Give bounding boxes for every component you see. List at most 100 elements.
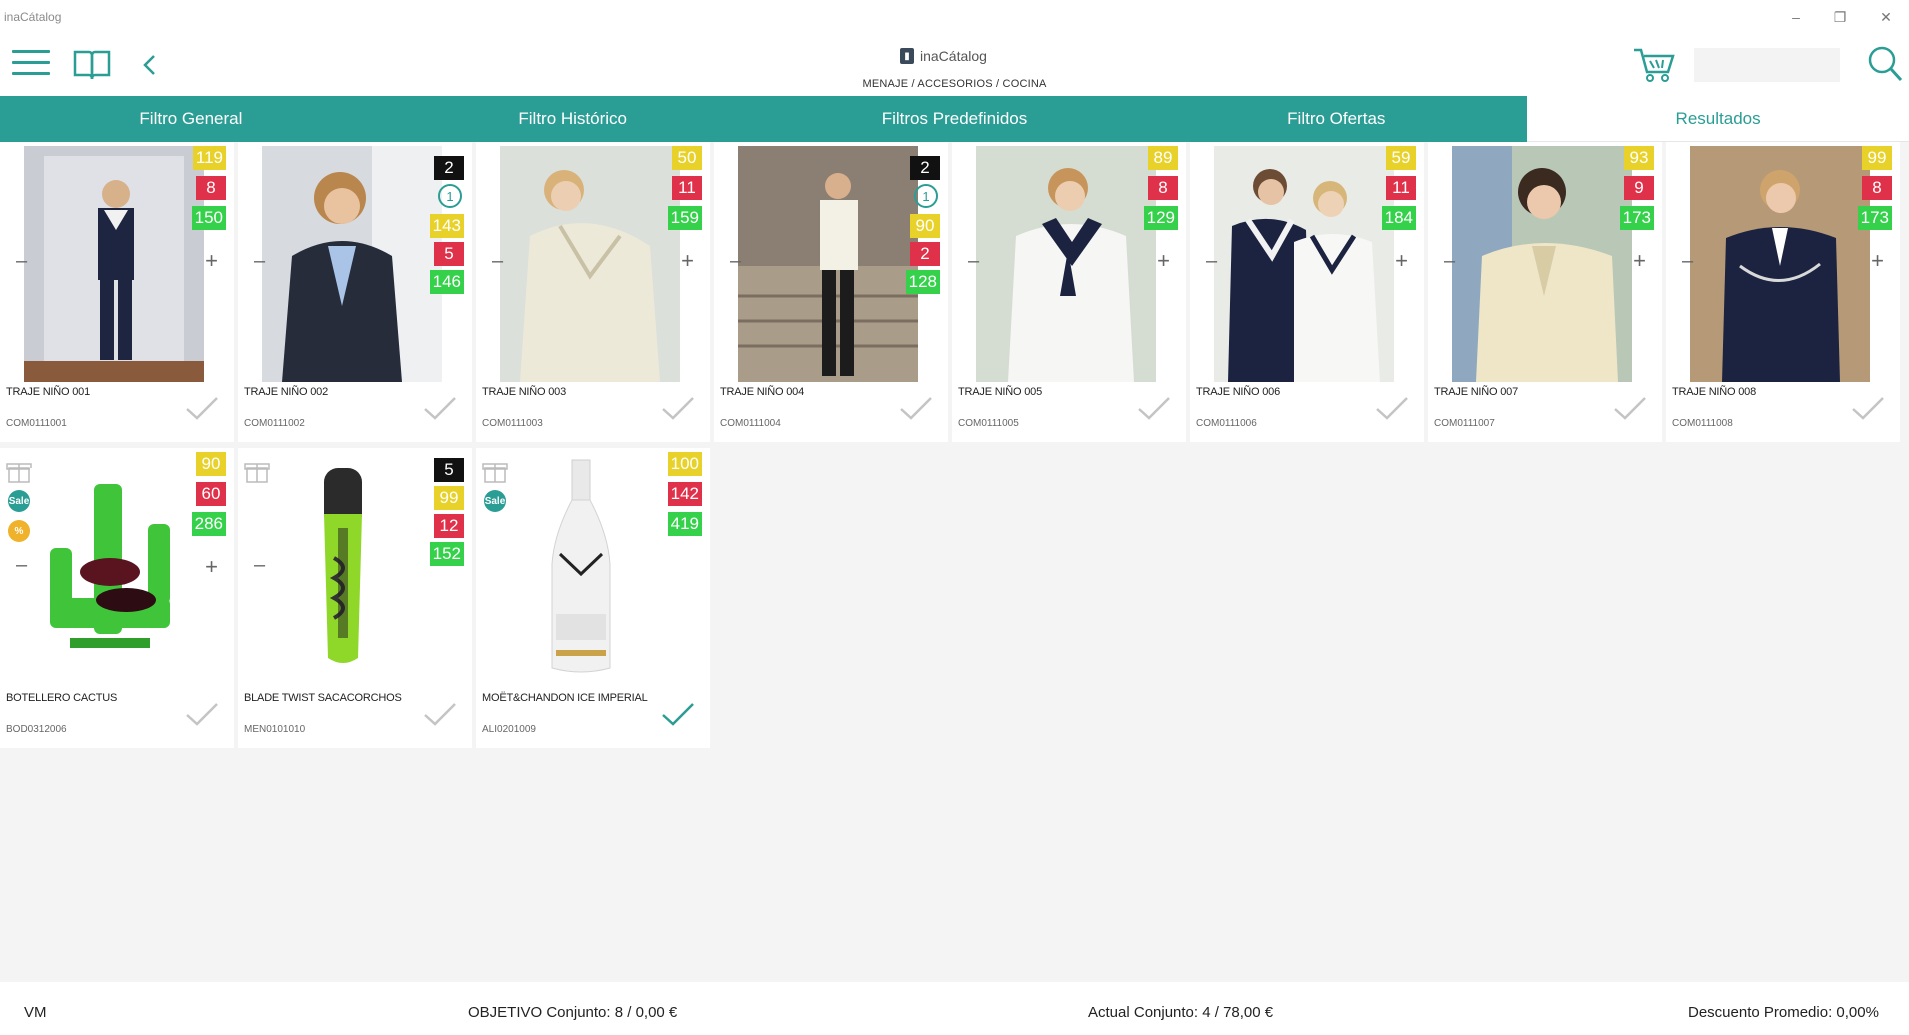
badge-value: 8 bbox=[1148, 176, 1178, 200]
app-header: ▮ inaCátalog MENAJE / ACCESORIOS / COCIN… bbox=[0, 34, 1909, 96]
badge-level: 1 bbox=[438, 184, 462, 208]
product-name: TRAJE NIÑO 003 bbox=[482, 386, 567, 398]
badge-value: 5 bbox=[434, 242, 464, 266]
footer-objetivo: OBJETIVO Conjunto: 8 / 0,00 € bbox=[468, 1004, 678, 1021]
increase-button[interactable]: + bbox=[681, 248, 694, 274]
badge-stock: 93 bbox=[1624, 146, 1654, 170]
increase-button[interactable]: + bbox=[1395, 248, 1408, 274]
product-code: ALI0201009 bbox=[482, 724, 536, 735]
decrease-button[interactable]: – bbox=[1444, 250, 1455, 273]
product-image bbox=[526, 454, 636, 680]
tab-filtro-general[interactable]: Filtro General bbox=[0, 96, 382, 142]
product-name: TRAJE NIÑO 007 bbox=[1434, 386, 1519, 398]
product-name: TRAJE NIÑO 008 bbox=[1672, 386, 1757, 398]
brand-logo-icon: ▮ bbox=[900, 48, 914, 64]
book-icon[interactable] bbox=[72, 48, 112, 82]
product-card[interactable]: Sale % 90 60 286 – + BOTELLERO CACTUS BO… bbox=[0, 448, 234, 748]
check-icon[interactable] bbox=[184, 700, 220, 728]
filter-tabs: Filtro General Filtro Histórico Filtros … bbox=[0, 96, 1909, 142]
increase-button[interactable]: + bbox=[205, 554, 218, 580]
check-icon[interactable] bbox=[1374, 394, 1410, 422]
brand: ▮ inaCátalog bbox=[900, 48, 987, 64]
sale-badge: Sale bbox=[8, 490, 30, 512]
back-icon[interactable] bbox=[138, 50, 162, 80]
close-button[interactable]: ✕ bbox=[1868, 6, 1904, 28]
cart-icon[interactable] bbox=[1632, 44, 1676, 84]
decrease-button[interactable]: – bbox=[968, 250, 979, 273]
badge-total: 184 bbox=[1381, 206, 1416, 230]
badge-value: 60 bbox=[196, 482, 226, 506]
badge-stock: 119 bbox=[192, 146, 226, 170]
product-code: COM0111005 bbox=[958, 418, 1019, 429]
decrease-button[interactable]: – bbox=[254, 554, 265, 577]
status-footer: VM OBJETIVO Conjunto: 8 / 0,00 € Actual … bbox=[0, 982, 1909, 1035]
product-card[interactable]: 5 99 12 152 – BLADE TWIST SACACORCHOS ME… bbox=[238, 448, 472, 748]
badge-stock: 99 bbox=[1862, 146, 1892, 170]
decrease-button[interactable]: – bbox=[254, 250, 265, 273]
decrease-button[interactable]: – bbox=[1682, 250, 1693, 273]
badge-total: 159 bbox=[667, 206, 702, 230]
product-card[interactable]: Sale 100 142 419 MOËT&CHANDON ICE IMPERI… bbox=[476, 448, 710, 748]
search-icon[interactable] bbox=[1866, 44, 1904, 84]
search-input[interactable] bbox=[1694, 48, 1840, 82]
window-title: inaCátalog bbox=[4, 10, 62, 24]
product-code: COM0111001 bbox=[6, 418, 67, 429]
product-image bbox=[976, 146, 1156, 382]
badge-units: 2 bbox=[910, 156, 940, 180]
product-card[interactable]: 50 11 159 – + TRAJE NIÑO 003 COM0111003 bbox=[476, 142, 710, 442]
check-icon[interactable] bbox=[422, 700, 458, 728]
check-icon[interactable] bbox=[660, 700, 696, 728]
increase-button[interactable]: + bbox=[1157, 248, 1170, 274]
check-icon[interactable] bbox=[1136, 394, 1172, 422]
product-name: TRAJE NIÑO 001 bbox=[6, 386, 91, 398]
badge-total: 128 bbox=[905, 270, 940, 294]
decrease-button[interactable]: – bbox=[16, 250, 27, 273]
check-icon[interactable] bbox=[660, 394, 696, 422]
product-card[interactable]: 2 1 90 2 128 – TRAJE NIÑO 004 COM0111004 bbox=[714, 142, 948, 442]
badge-total: 173 bbox=[1619, 206, 1654, 230]
badge-value: 2 bbox=[910, 242, 940, 266]
badge-total: 150 bbox=[191, 206, 226, 230]
badge-value: 12 bbox=[434, 514, 464, 538]
badge-stock: 90 bbox=[196, 452, 226, 476]
product-name: TRAJE NIÑO 004 bbox=[720, 386, 805, 398]
badge-stock: 100 bbox=[667, 452, 702, 476]
product-card[interactable]: 93 9 173 – + TRAJE NIÑO 007 COM0111007 bbox=[1428, 142, 1662, 442]
hamburger-icon[interactable] bbox=[12, 50, 50, 80]
product-image bbox=[1690, 146, 1870, 382]
product-code: COM0111007 bbox=[1434, 418, 1495, 429]
badge-value: 142 bbox=[667, 482, 702, 506]
increase-button[interactable]: + bbox=[1871, 248, 1884, 274]
check-icon[interactable] bbox=[422, 394, 458, 422]
product-card[interactable]: 119 8 150 – + TRAJE NIÑO 001 COM0111001 bbox=[0, 142, 234, 442]
product-image bbox=[500, 146, 680, 382]
tab-resultados[interactable]: Resultados bbox=[1527, 96, 1909, 142]
product-card[interactable]: 2 1 143 5 146 – TRAJE NIÑO 002 COM011100… bbox=[238, 142, 472, 442]
product-name: TRAJE NIÑO 002 bbox=[244, 386, 329, 398]
decrease-button[interactable]: – bbox=[492, 250, 503, 273]
decrease-button[interactable]: – bbox=[16, 554, 27, 577]
check-icon[interactable] bbox=[1612, 394, 1648, 422]
badge-total: 129 bbox=[1143, 206, 1178, 230]
decrease-button[interactable]: – bbox=[730, 250, 741, 273]
product-card[interactable]: 59 11 184 – + TRAJE NIÑO 006 COM0111006 bbox=[1190, 142, 1424, 442]
product-code: COM0111004 bbox=[720, 418, 781, 429]
product-code: COM0111002 bbox=[244, 418, 305, 429]
restore-button[interactable]: ❐ bbox=[1822, 6, 1858, 28]
badge-stock: 99 bbox=[434, 486, 464, 510]
minimize-button[interactable]: – bbox=[1778, 6, 1814, 28]
check-icon[interactable] bbox=[898, 394, 934, 422]
product-card[interactable]: 89 8 129 – + TRAJE NIÑO 005 COM0111005 bbox=[952, 142, 1186, 442]
product-card[interactable]: 99 8 173 – + TRAJE NIÑO 008 COM0111008 bbox=[1666, 142, 1900, 442]
tab-filtros-predefinidos[interactable]: Filtros Predefinidos bbox=[763, 96, 1146, 142]
tab-filtro-ofertas[interactable]: Filtro Ofertas bbox=[1145, 96, 1528, 142]
badge-total: 146 bbox=[429, 270, 464, 294]
increase-button[interactable]: + bbox=[205, 248, 218, 274]
check-icon[interactable] bbox=[1850, 394, 1886, 422]
tab-filtro-historico[interactable]: Filtro Histórico bbox=[381, 96, 764, 142]
check-icon[interactable] bbox=[184, 394, 220, 422]
product-code: COM0111006 bbox=[1196, 418, 1257, 429]
increase-button[interactable]: + bbox=[1633, 248, 1646, 274]
badge-stock: 89 bbox=[1148, 146, 1178, 170]
decrease-button[interactable]: – bbox=[1206, 250, 1217, 273]
